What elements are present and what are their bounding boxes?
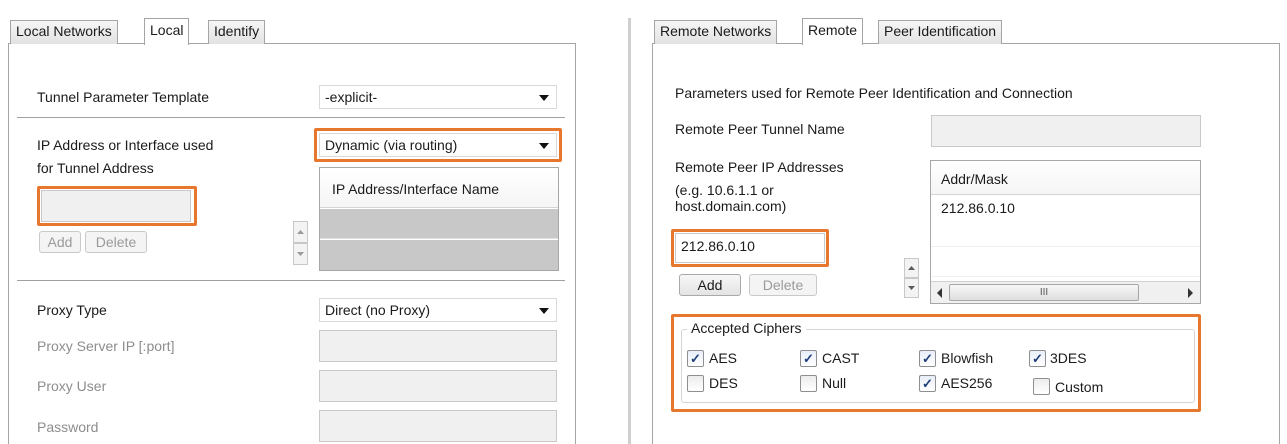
vpn-settings-window: { "local_panel": { "tabs": ["Local Netwo… xyxy=(0,0,1287,444)
password-label: Password xyxy=(37,419,99,435)
tunnel-name-label: Remote Peer Tunnel Name xyxy=(675,121,845,137)
3des-checkbox[interactable]: ✓ xyxy=(1029,350,1046,367)
tab-local[interactable]: Local xyxy=(144,18,190,45)
tunnel-template-label: Tunnel Parameter Template xyxy=(37,89,209,105)
proxy-server-input[interactable] xyxy=(319,330,557,362)
blowfish-checkbox[interactable]: ✓ xyxy=(919,350,936,367)
custom-checkbox[interactable]: ✓ xyxy=(1033,378,1050,395)
add-button[interactable]: Add xyxy=(39,231,81,253)
blowfish-label: Blowfish xyxy=(941,350,994,366)
tab-peer-identification[interactable]: Peer Identification xyxy=(878,20,1003,44)
ip-addresses-hint: (e.g. 10.6.1.1 or xyxy=(675,182,774,198)
cast-checkbox[interactable]: ✓ xyxy=(800,350,817,367)
local-tabstrip: Local Networks Local Identify xyxy=(8,18,576,45)
highlight-ciphers xyxy=(671,314,1201,412)
aes-label: AES xyxy=(709,350,738,366)
chevron-down-icon xyxy=(539,308,549,314)
ip-address-label-line2: for Tunnel Address xyxy=(37,160,154,176)
arrow-down-icon xyxy=(297,252,304,256)
divider xyxy=(17,117,565,119)
interface-list-header[interactable]: IP Address/Interface Name xyxy=(320,168,558,208)
list-item[interactable] xyxy=(320,240,558,270)
scroll-right-icon[interactable] xyxy=(1185,287,1195,299)
aes-checkbox[interactable]: ✓ xyxy=(687,350,704,367)
tab-remote-networks[interactable]: Remote Networks xyxy=(654,20,778,44)
chevron-down-icon xyxy=(539,95,549,101)
3des-label: 3DES xyxy=(1050,350,1087,366)
proxy-user-input[interactable] xyxy=(319,370,557,402)
proxy-user-label: Proxy User xyxy=(37,378,107,394)
null-label: Null xyxy=(822,375,847,391)
highlight-ip-mode xyxy=(314,128,562,162)
scroll-thumb[interactable]: III xyxy=(949,284,1139,301)
aes256-checkbox[interactable]: ✓ xyxy=(919,375,936,392)
scroll-down-button[interactable] xyxy=(293,243,308,265)
remote-tabstrip: Remote Networks Remote Peer Identificati… xyxy=(652,18,1280,45)
remote-tab-page: Parameters used for Remote Peer Identifi… xyxy=(652,44,1280,444)
local-tab-page: Tunnel Parameter Template -explicit- IP … xyxy=(8,44,576,444)
null-checkbox[interactable]: ✓ xyxy=(800,375,817,392)
cast-label: CAST xyxy=(822,350,860,366)
tab-remote[interactable]: Remote xyxy=(802,18,864,45)
proxy-type-dropdown[interactable]: Direct (no Proxy) xyxy=(319,298,557,322)
delete-button[interactable]: Delete xyxy=(749,274,817,296)
addr-list-header[interactable]: Addr/Mask xyxy=(931,161,1200,195)
proxy-server-label: Proxy Server IP [:port] xyxy=(37,338,175,354)
interface-list[interactable]: IP Address/Interface Name xyxy=(319,167,559,271)
splitter[interactable] xyxy=(628,18,631,444)
tunnel-template-value: -explicit- xyxy=(325,89,378,105)
aes256-label: AES256 xyxy=(941,375,993,391)
des-label: DES xyxy=(709,375,738,391)
highlight-ip-input xyxy=(671,229,829,267)
custom-label: Custom xyxy=(1055,379,1104,395)
divider xyxy=(17,280,565,282)
window-top-strip xyxy=(0,0,1287,18)
list-item[interactable]: 212.86.0.10 xyxy=(931,195,1200,221)
arrow-up-icon xyxy=(297,230,304,234)
tunnel-name-input[interactable] xyxy=(931,115,1201,147)
scroll-left-icon[interactable] xyxy=(935,287,945,299)
local-panel: Local Networks Local Identify Tunnel Par… xyxy=(8,18,576,444)
scroll-up-button[interactable] xyxy=(904,258,919,278)
scroll-down-button[interactable] xyxy=(904,278,919,298)
proxy-type-label: Proxy Type xyxy=(37,302,107,318)
proxy-type-value: Direct (no Proxy) xyxy=(325,302,431,318)
description-text: Parameters used for Remote Peer Identifi… xyxy=(675,85,1073,101)
list-item xyxy=(931,223,1200,247)
ip-address-label: IP Address or Interface used xyxy=(37,137,214,153)
horizontal-scrollbar[interactable]: III xyxy=(931,281,1200,303)
tunnel-template-dropdown[interactable]: -explicit- xyxy=(319,85,557,109)
tab-identify[interactable]: Identify xyxy=(208,20,266,44)
arrow-up-icon xyxy=(908,266,915,270)
arrow-down-icon xyxy=(908,286,915,290)
password-input[interactable] xyxy=(319,410,557,442)
delete-button[interactable]: Delete xyxy=(85,231,147,253)
list-item[interactable] xyxy=(320,209,558,239)
des-checkbox[interactable]: ✓ xyxy=(687,375,704,392)
addr-list[interactable]: Addr/Mask 212.86.0.10 III xyxy=(930,160,1201,304)
scroll-up-button[interactable] xyxy=(293,221,308,243)
tab-local-networks[interactable]: Local Networks xyxy=(10,20,118,44)
list-item xyxy=(931,247,1200,277)
ip-addresses-label: Remote Peer IP Addresses xyxy=(675,159,844,175)
highlight-ip-input xyxy=(37,186,197,226)
add-button[interactable]: Add xyxy=(679,274,741,296)
remote-panel: Remote Networks Remote Peer Identificati… xyxy=(652,18,1280,444)
ip-addresses-hint-line2: host.domain.com) xyxy=(675,198,787,214)
